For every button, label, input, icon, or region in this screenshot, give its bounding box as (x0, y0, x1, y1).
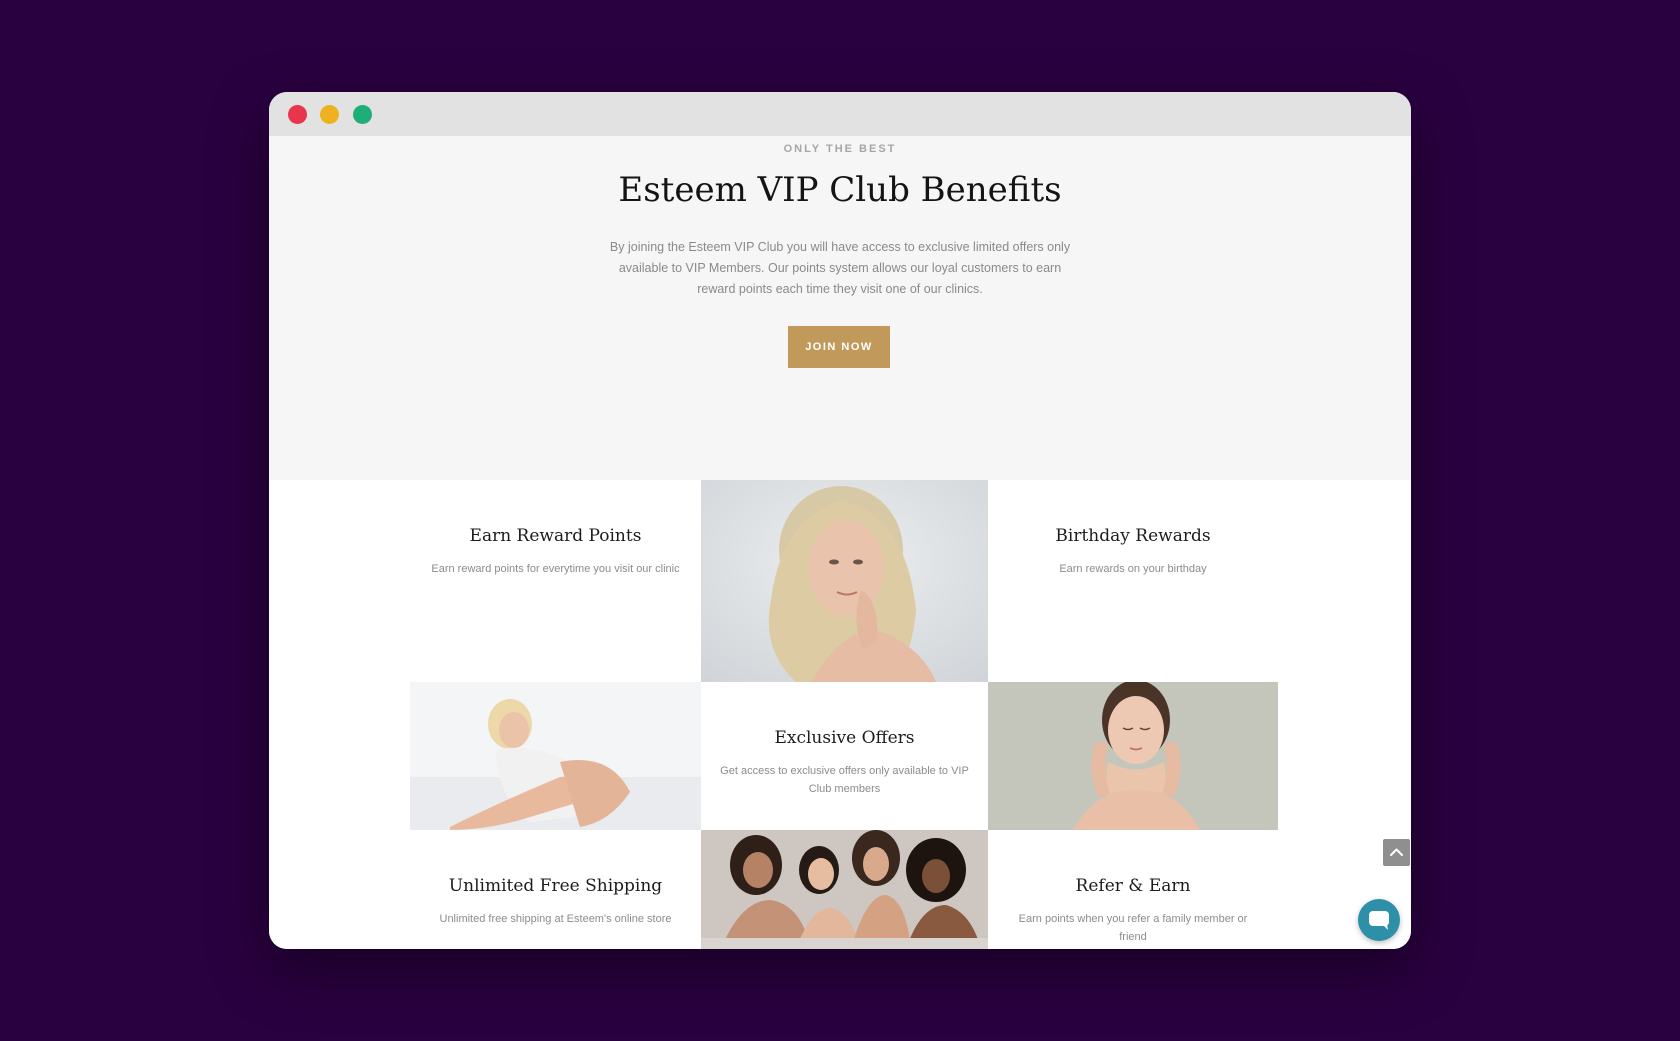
minimize-window-button[interactable] (320, 105, 339, 124)
benefit-text: Unlimited free shipping at Esteem's onli… (439, 913, 672, 925)
woman-sitting-white-image (410, 682, 701, 830)
benefit-exclusive-offers: Exclusive Offers Get access to exclusive… (701, 682, 988, 830)
hero-eyebrow: ONLY THE BEST (783, 143, 897, 155)
benefit-earn-reward-points: Earn Reward Points Earn reward points fo… (410, 480, 701, 682)
woman-skincare-portrait-image (988, 682, 1278, 830)
benefit-title: Unlimited Free Shipping (448, 876, 663, 896)
hero-section: ONLY THE BEST Esteem VIP Club Benefits B… (269, 136, 1411, 480)
join-now-button[interactable]: JOIN NOW (788, 326, 890, 368)
maximize-window-button[interactable] (353, 105, 372, 124)
group-of-women-image (701, 830, 988, 949)
live-chat-button[interactable] (1358, 899, 1400, 941)
chevron-up-icon (1390, 848, 1403, 856)
benefit-text: Get access to exclusive offers only avai… (720, 765, 969, 795)
benefit-unlimited-free-shipping: Unlimited Free Shipping Unlimited free s… (410, 830, 701, 949)
mature-woman-portrait-image (701, 480, 988, 682)
benefit-text: Earn reward points for everytime you vis… (431, 563, 680, 575)
benefit-text: Earn points when you refer a family memb… (1018, 913, 1248, 943)
benefit-title: Birthday Rewards (1055, 526, 1211, 546)
benefit-title: Earn Reward Points (469, 526, 642, 546)
benefit-text: Earn rewards on your birthday (1059, 563, 1207, 575)
page-title: Esteem VIP Club Benefits (618, 170, 1062, 210)
benefit-title: Exclusive Offers (774, 728, 915, 748)
benefit-refer-and-earn: Refer & Earn Earn points when you refer … (988, 830, 1278, 949)
hero-description: By joining the Esteem VIP Club you will … (609, 240, 1071, 296)
close-window-button[interactable] (288, 105, 307, 124)
benefits-grid: Earn Reward Points Earn reward points fo… (269, 480, 1411, 949)
window-titlebar (269, 92, 1411, 136)
browser-window: ONLY THE BEST Esteem VIP Club Benefits B… (269, 92, 1411, 949)
chat-bubble-icon (1369, 911, 1389, 930)
benefit-title: Refer & Earn (1075, 876, 1191, 896)
benefit-birthday-rewards: Birthday Rewards Earn rewards on your bi… (988, 480, 1278, 682)
scroll-to-top-button[interactable] (1383, 839, 1410, 866)
